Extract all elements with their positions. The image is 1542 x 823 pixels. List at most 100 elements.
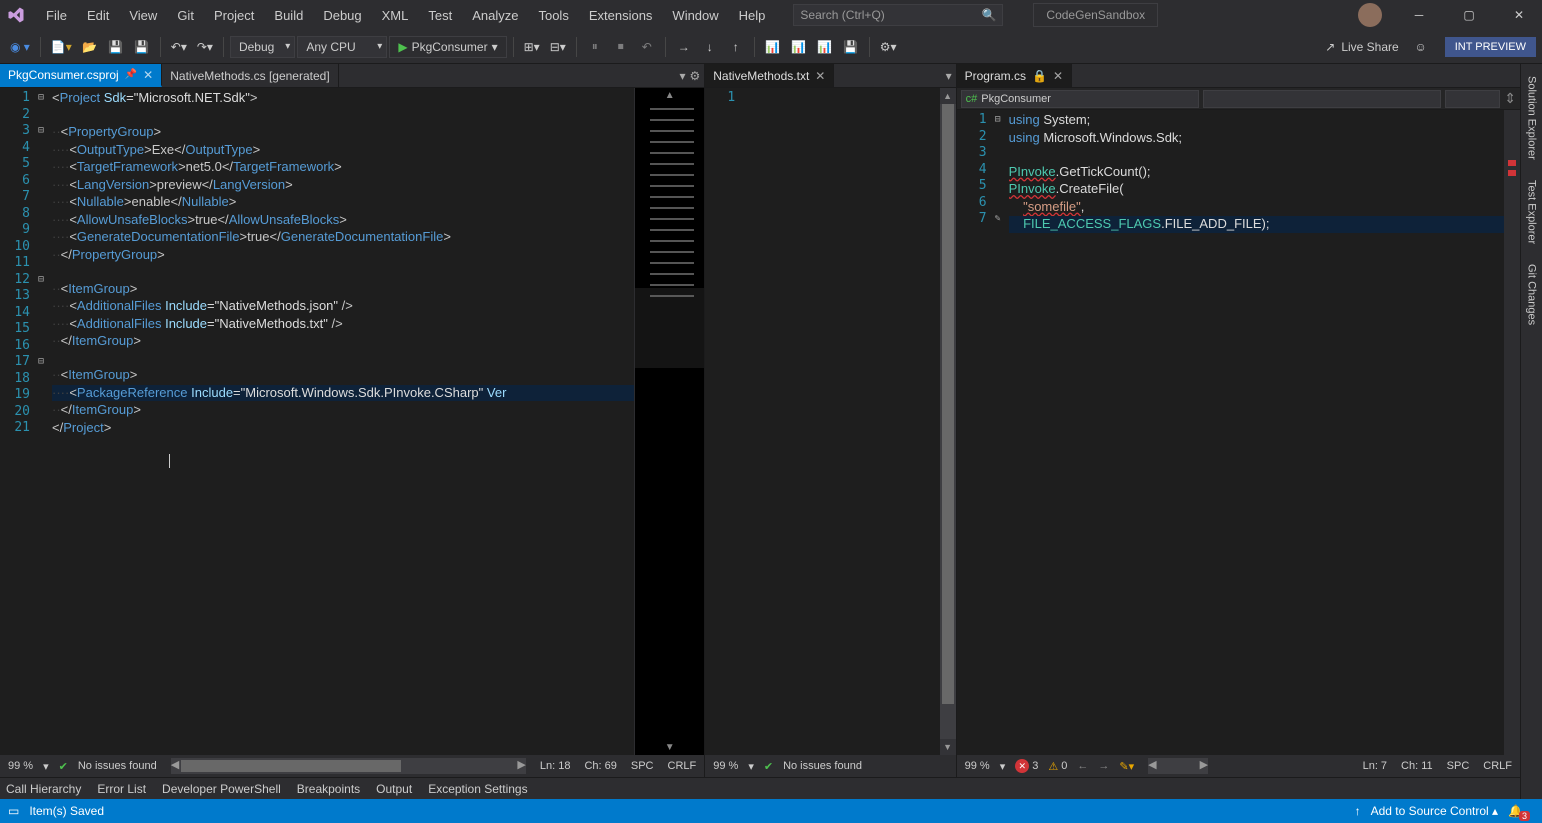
search-input[interactable]: Search (Ctrl+Q) 🔍 <box>793 4 1003 26</box>
bottom-tab-error-list[interactable]: Error List <box>97 782 146 796</box>
source-control-button[interactable]: Add to Source Control ▴ <box>1371 804 1498 818</box>
minimap-1[interactable]: ▲ ▼ <box>634 88 704 755</box>
tb-arrow-3[interactable]: ↑ <box>724 35 748 59</box>
solution-name[interactable]: CodeGenSandbox <box>1033 3 1158 27</box>
zoom-level[interactable]: 99 % <box>8 760 33 772</box>
warning-count[interactable]: ⚠0 <box>1048 760 1067 773</box>
whitespace-mode[interactable]: SPC <box>1447 760 1470 772</box>
menu-edit[interactable]: Edit <box>79 4 117 27</box>
redo-button[interactable]: ↷▾ <box>193 35 217 59</box>
platform-dropdown[interactable]: Any CPU <box>297 36 387 58</box>
issues-status[interactable]: No issues found <box>78 760 157 772</box>
bottom-tab-output[interactable]: Output <box>376 782 412 796</box>
menu-help[interactable]: Help <box>731 4 774 27</box>
menu-tools[interactable]: Tools <box>530 4 576 27</box>
nav-type-dropdown[interactable] <box>1203 90 1441 108</box>
split-handle-icon[interactable]: ⇕ <box>1504 90 1516 107</box>
close-icon[interactable]: ✕ <box>1053 69 1063 83</box>
configuration-dropdown[interactable]: Debug <box>230 36 295 58</box>
fold-gutter-3[interactable]: ⊟✎ <box>995 110 1009 755</box>
eol-mode[interactable]: CRLF <box>1483 760 1512 772</box>
menu-analyze[interactable]: Analyze <box>464 4 526 27</box>
upload-icon[interactable]: ↑ <box>1355 804 1361 818</box>
new-item-button[interactable]: 📄▾ <box>47 35 76 59</box>
close-icon[interactable]: ✕ <box>815 69 825 83</box>
step-into-button[interactable]: ⏸ <box>583 35 607 59</box>
back-button[interactable]: ◉ ▾ <box>6 35 34 59</box>
tb-arrow-2[interactable]: ↓ <box>698 35 722 59</box>
code-content-3[interactable]: using System; using Microsoft.Windows.Sd… <box>1009 110 1504 755</box>
v-scrollbar-3[interactable] <box>1504 110 1520 755</box>
save-button[interactable]: 💾 <box>104 35 128 59</box>
line-pos[interactable]: Ln: 18 <box>540 760 571 772</box>
nav-member-dropdown[interactable] <box>1445 90 1501 108</box>
nav-back-icon[interactable]: ← <box>1077 760 1088 772</box>
maximize-button[interactable]: ▢ <box>1446 0 1492 30</box>
minimize-button[interactable]: ─ <box>1396 0 1442 30</box>
col-pos[interactable]: Ch: 69 <box>584 760 616 772</box>
tab-nativemethods-txt[interactable]: NativeMethods.txt ✕ <box>705 64 834 87</box>
menu-window[interactable]: Window <box>664 4 726 27</box>
tb-chart-4[interactable]: 💾 <box>839 35 863 59</box>
start-button[interactable]: ▶PkgConsumer ▾ <box>389 36 506 58</box>
close-button[interactable]: ✕ <box>1496 0 1542 30</box>
scroll-down-icon[interactable]: ▼ <box>940 739 956 755</box>
error-count[interactable]: ✕3 <box>1015 759 1038 773</box>
tab-nativemethods-cs[interactable]: NativeMethods.cs [generated] <box>162 64 338 87</box>
editor-body-1[interactable]: ⇕ 123456789101112131415161718192021 ⊟⊟⊟⊟… <box>0 88 704 755</box>
code-content-1[interactable]: <Project Sdk="Microsoft.NET.Sdk"> ··<Pro… <box>52 88 634 755</box>
side-tab-test-explorer[interactable]: Test Explorer <box>1524 172 1540 252</box>
fold-gutter-1[interactable]: ⊟⊟⊟⊟ <box>38 88 52 755</box>
user-avatar-icon[interactable] <box>1358 3 1382 27</box>
open-button[interactable]: 📂 <box>78 35 102 59</box>
issues-status[interactable]: No issues found <box>783 760 862 772</box>
menu-git[interactable]: Git <box>169 4 202 27</box>
error-marker[interactable] <box>1508 170 1516 176</box>
bottom-tab-call-hierarchy[interactable]: Call Hierarchy <box>6 782 81 796</box>
col-pos[interactable]: Ch: 11 <box>1401 760 1433 772</box>
menu-extensions[interactable]: Extensions <box>581 4 661 27</box>
nav-fwd-icon[interactable]: → <box>1098 760 1109 772</box>
tb-chart-1[interactable]: 📊 <box>761 35 785 59</box>
live-share-button[interactable]: ↗ Live Share <box>1317 40 1406 54</box>
bottom-tab-exception-settings[interactable]: Exception Settings <box>428 782 527 796</box>
tab-program-cs[interactable]: Program.cs 🔒 ✕ <box>957 64 1072 87</box>
step-over-button[interactable]: ⏹ <box>609 35 633 59</box>
menu-debug[interactable]: Debug <box>315 4 369 27</box>
line-pos[interactable]: Ln: 7 <box>1363 760 1387 772</box>
notification-button[interactable]: 🔔3 <box>1508 804 1534 818</box>
whitespace-mode[interactable]: SPC <box>631 760 654 772</box>
menu-project[interactable]: Project <box>206 4 262 27</box>
step-out-button[interactable]: ↶ <box>635 35 659 59</box>
code-content-2[interactable] <box>743 88 939 755</box>
tab-settings-icon[interactable]: ⚙ <box>689 69 700 83</box>
zoom-level[interactable]: 99 % <box>713 760 738 772</box>
bottom-tab-breakpoints[interactable]: Breakpoints <box>297 782 360 796</box>
bottom-tab-dev-powershell[interactable]: Developer PowerShell <box>162 782 281 796</box>
menu-view[interactable]: View <box>121 4 165 27</box>
menu-test[interactable]: Test <box>420 4 460 27</box>
tb-icon-1[interactable]: ⊞▾ <box>520 35 544 59</box>
pen-icon[interactable]: ✎▾ <box>1119 760 1134 773</box>
feedback-button[interactable]: ☺ <box>1409 35 1433 59</box>
menu-build[interactable]: Build <box>266 4 311 27</box>
close-icon[interactable]: ✕ <box>143 68 153 82</box>
scroll-up-icon[interactable]: ▲ <box>940 88 956 104</box>
tb-settings[interactable]: ⚙▾ <box>876 35 901 59</box>
h-scrollbar-1[interactable]: ◀▶ <box>171 758 526 774</box>
eol-mode[interactable]: CRLF <box>668 760 697 772</box>
side-tab-git-changes[interactable]: Git Changes <box>1524 256 1540 333</box>
tab-dropdown-icon[interactable]: ▾ <box>946 69 952 83</box>
zoom-level[interactable]: 99 % <box>965 760 990 772</box>
tb-chart-3[interactable]: 📊 <box>813 35 837 59</box>
editor-body-3[interactable]: 1234567 ⊟✎ using System; using Microsoft… <box>957 110 1520 755</box>
tb-arrow-1[interactable]: → <box>672 35 696 59</box>
editor-body-2[interactable]: ⇕ 1 ▲ ▼ <box>705 88 955 755</box>
error-marker[interactable] <box>1508 160 1516 166</box>
tab-dropdown-icon[interactable]: ▾ <box>679 69 685 83</box>
undo-button[interactable]: ↶▾ <box>167 35 191 59</box>
save-all-button[interactable]: 💾 <box>130 35 154 59</box>
tb-icon-2[interactable]: ⊟▾ <box>546 35 570 59</box>
tab-pkgconsumer-csproj[interactable]: PkgConsumer.csproj📌✕ <box>0 64 162 87</box>
side-tab-solution-explorer[interactable]: Solution Explorer <box>1524 68 1540 168</box>
